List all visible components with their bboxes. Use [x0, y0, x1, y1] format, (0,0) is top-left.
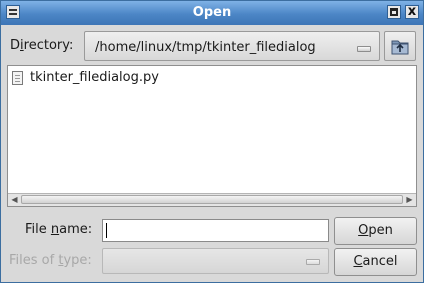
file-name-label: File name:: [25, 222, 93, 237]
open-button[interactable]: Open: [334, 217, 417, 245]
directory-label: Directory:: [10, 38, 74, 53]
scrollbar-thumb[interactable]: [21, 195, 403, 204]
horizontal-scrollbar[interactable]: ◀ ▶: [8, 193, 416, 206]
dropdown-arrow-icon: [357, 46, 371, 52]
open-dialog: Open x Directory: /home/linux/tmp/tkinte…: [0, 0, 424, 283]
file-type-combobox[interactable]: [102, 248, 329, 274]
cancel-button[interactable]: Cancel: [334, 248, 417, 276]
scroll-left-icon[interactable]: ◀: [9, 195, 20, 205]
file-icon: [12, 71, 23, 85]
title-bar[interactable]: Open x: [1, 1, 423, 25]
window-title: Open: [192, 5, 232, 20]
directory-combobox[interactable]: /home/linux/tmp/tkinter_filedialog: [84, 31, 380, 61]
file-list[interactable]: tkinter_filedialog.py ◀ ▶: [7, 65, 417, 207]
text-caret: [106, 223, 107, 238]
file-name-input[interactable]: [102, 219, 329, 242]
directory-path: /home/linux/tmp/tkinter_filedialog: [95, 40, 316, 55]
maximize-button[interactable]: [387, 5, 401, 19]
up-directory-button[interactable]: [384, 31, 416, 61]
file-name: tkinter_filedialog.py: [30, 70, 159, 85]
folder-up-icon: [391, 40, 409, 55]
scroll-right-icon[interactable]: ▶: [404, 195, 415, 205]
file-type-label: Files of type:: [9, 253, 92, 268]
close-button[interactable]: x: [405, 5, 419, 19]
dropdown-arrow-icon: [306, 259, 320, 265]
